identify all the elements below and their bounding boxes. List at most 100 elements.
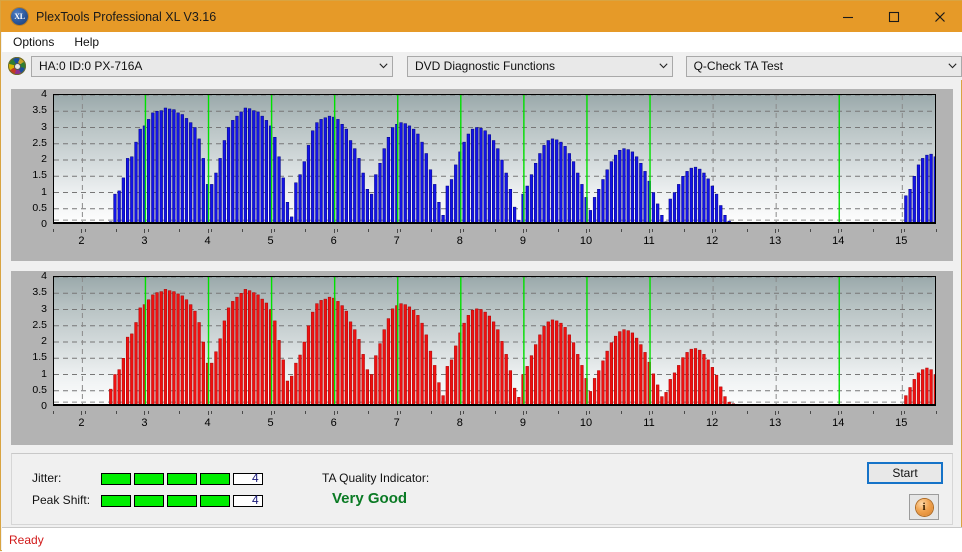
x-tick-label: 6 (330, 417, 337, 429)
chart-bar (487, 315, 491, 404)
chart-bar (668, 198, 672, 222)
chart-bar (378, 343, 382, 404)
x-minor-tick (557, 411, 559, 414)
chart-bar (231, 120, 235, 222)
chart-bar (454, 164, 458, 222)
chart-bar (576, 354, 580, 404)
chart-bar (235, 115, 239, 222)
chart-bar (677, 365, 681, 404)
x-minor-tick (368, 411, 370, 414)
x-minor-tick (431, 229, 433, 232)
peakshift-chart-panel: 0 0.5 1 1.5 2 2.5 3 3.5 4 2 3 4 5 6 7 8 9 10 11 12 13 14 15 (11, 270, 953, 445)
chart-bar (281, 359, 285, 404)
chart-bar (391, 308, 395, 404)
start-button[interactable]: Start (867, 462, 943, 484)
x-tick-label: 6 (330, 235, 337, 247)
y-tick-label: 0 (41, 400, 47, 412)
x-minor-tick (431, 411, 433, 414)
chart-bar (639, 163, 643, 222)
x-tick (396, 411, 398, 415)
chart-bar (311, 130, 315, 222)
x-minor-tick (273, 229, 275, 232)
chart-bar (214, 172, 218, 222)
close-icon[interactable] (917, 1, 962, 32)
meter-segment (200, 473, 230, 485)
chart-bar (176, 112, 180, 222)
chart-bar (651, 373, 656, 404)
chart-bar (698, 168, 702, 222)
chart-bar (592, 378, 597, 404)
chart-bar (445, 185, 449, 222)
x-tick-label: 5 (267, 235, 274, 247)
ta-quality-label: TA Quality Indicator: (322, 471, 430, 485)
chart-bar (113, 193, 117, 222)
y-tick-label: 2 (41, 335, 47, 347)
chart-bar (504, 172, 508, 222)
x-minor-tick (336, 229, 338, 232)
chart-bar (189, 304, 193, 404)
chart-bar (487, 134, 491, 222)
x-minor-tick (589, 411, 591, 414)
chart-bar (407, 306, 412, 404)
menu-item-help[interactable]: Help (65, 33, 108, 51)
x-tick-label: 10 (579, 235, 593, 247)
chart-bar (260, 298, 264, 404)
y-tick-label: 2.5 (32, 318, 47, 331)
x-tick (207, 411, 209, 415)
chart-bar (601, 179, 605, 222)
chart-bar (622, 148, 626, 222)
chart-bar (315, 122, 319, 222)
menu-item-options[interactable]: Options (4, 33, 63, 51)
chart-bar (731, 403, 735, 404)
minimize-icon[interactable] (825, 1, 871, 32)
x-minor-tick (620, 411, 622, 414)
chart-bar (571, 342, 576, 404)
chart-bar (125, 336, 130, 404)
peak-shift-meter (101, 495, 263, 507)
chart-bar (454, 345, 458, 404)
chart-bar (933, 374, 935, 404)
maximize-icon[interactable] (871, 1, 917, 32)
chart-bar (247, 108, 252, 222)
chart-bar (496, 148, 500, 222)
chart-bar (151, 294, 155, 404)
chart-bar (416, 315, 420, 404)
chart-bar (534, 163, 538, 222)
chevron-down-icon (375, 57, 392, 76)
status-bar: Ready (2, 527, 962, 552)
chart-bar (916, 164, 921, 222)
x-minor-tick (652, 229, 654, 232)
function-select[interactable]: DVD Diagnostic Functions (406, 55, 673, 77)
x-tick-label: 12 (705, 235, 719, 247)
chart-bar (428, 350, 433, 404)
test-select-value: Q-Check TA Test (693, 59, 783, 73)
drive-select[interactable]: HA:0 ID:0 PX-716A (31, 55, 393, 77)
chart-bar (559, 322, 563, 404)
chart-bar (285, 202, 290, 222)
x-tick-label: 4 (204, 235, 211, 247)
chart-bar (563, 146, 567, 222)
chart-bar (210, 362, 214, 404)
x-minor-tick (242, 411, 244, 414)
chart-bar (159, 110, 163, 222)
chart-bar (336, 301, 340, 404)
chart-bar (904, 395, 908, 404)
chart-bar (344, 310, 348, 404)
chart-bar (710, 185, 714, 222)
x-minor-tick (84, 229, 86, 232)
chart-bar (496, 329, 500, 404)
chart-bar (193, 310, 197, 404)
chart-bar (555, 320, 559, 404)
info-button[interactable]: i (909, 494, 939, 520)
chart-bar (311, 311, 315, 404)
function-select-value: DVD Diagnostic Functions (414, 59, 556, 73)
chart-bar (538, 334, 542, 404)
chart-bar (698, 349, 702, 404)
chart-bar (403, 123, 407, 222)
chart-bar (580, 365, 584, 404)
meter-segment (200, 495, 230, 507)
peakshift-chart-plot (53, 276, 936, 406)
chart-bar (462, 141, 466, 222)
test-select[interactable]: Q-Check TA Test (685, 55, 962, 77)
peakshift-chart-plot-wrap (53, 276, 936, 406)
